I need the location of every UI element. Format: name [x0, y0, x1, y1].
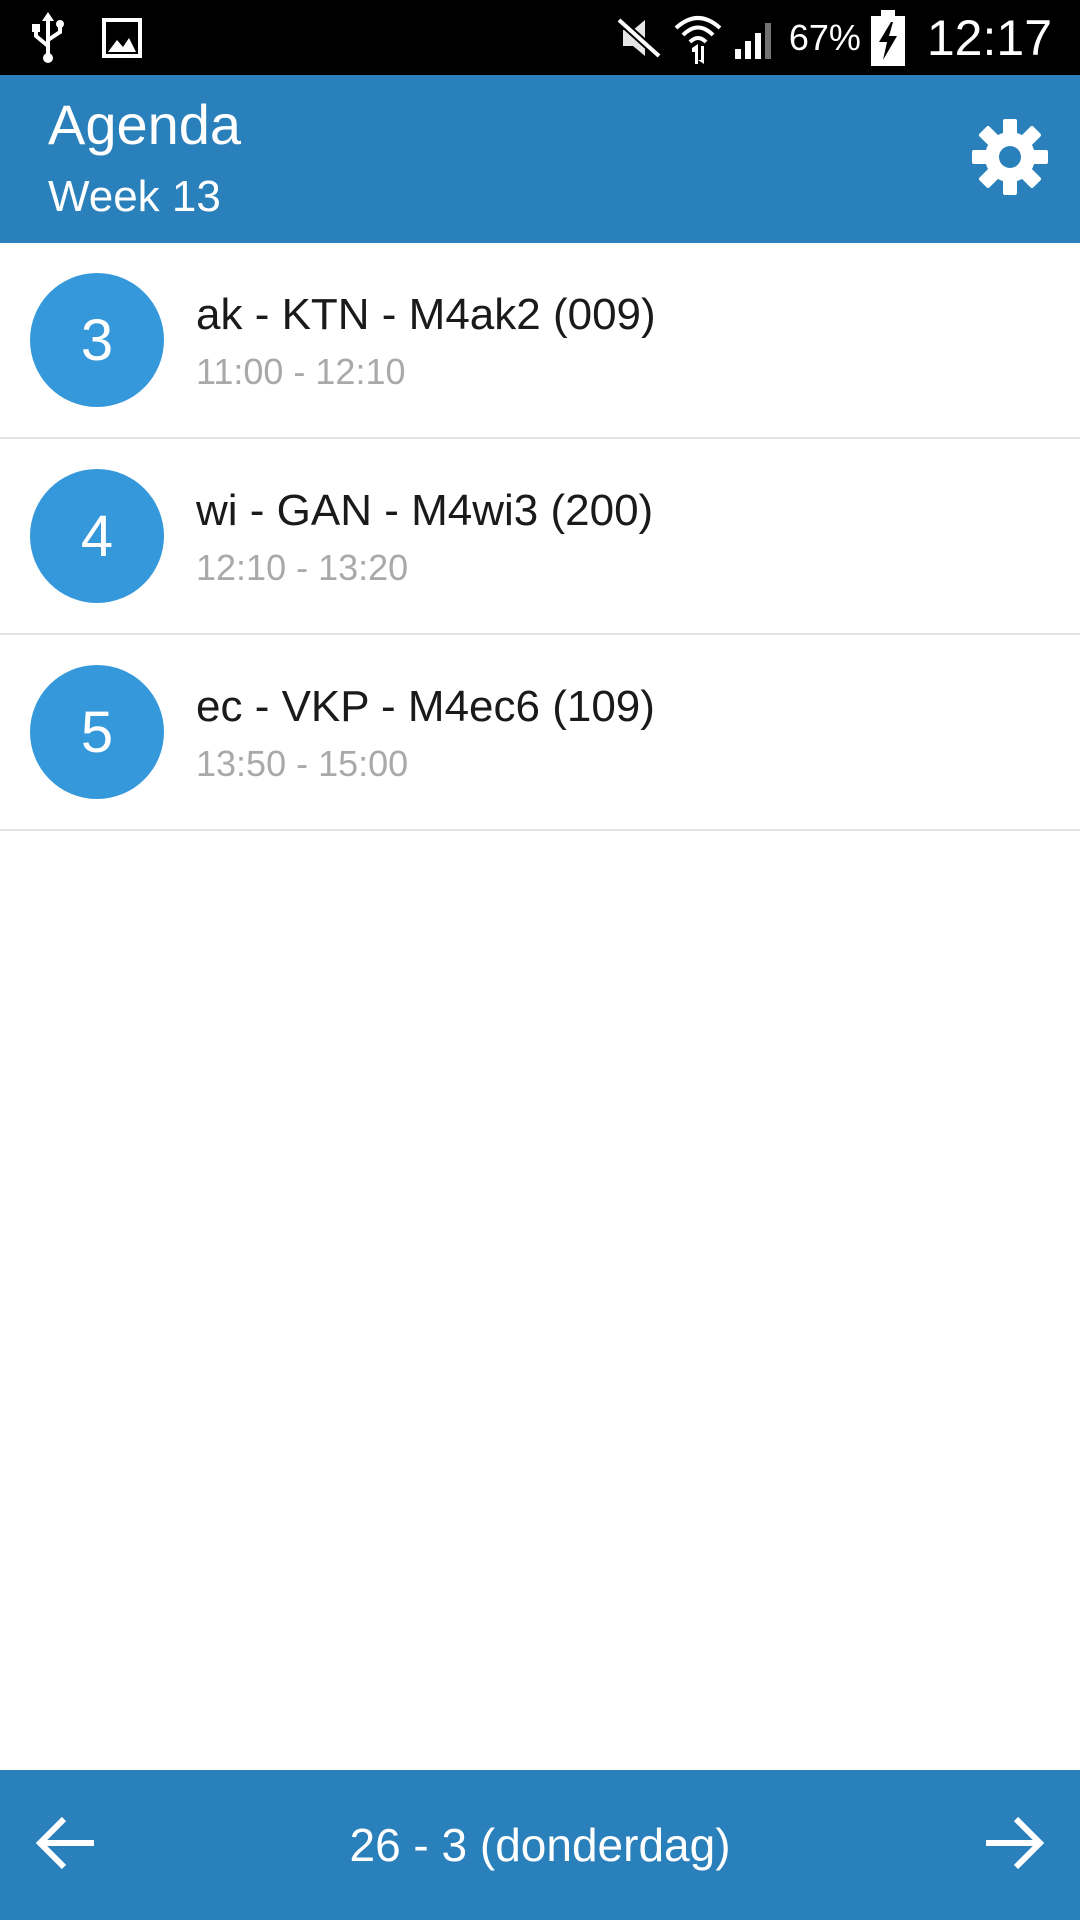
status-clock: 12:17 [926, 9, 1052, 66]
period-badge: 5 [30, 665, 164, 799]
usb-icon [30, 11, 66, 64]
list-item[interactable]: 3 ak - KTN - M4ak2 (009) 11:00 - 12:10 [0, 243, 1080, 439]
list-item[interactable]: 5 ec - VKP - M4ec6 (109) 13:50 - 15:00 [0, 635, 1080, 831]
lesson-title: ak - KTN - M4ak2 (009) [196, 290, 656, 339]
wifi-icon [673, 10, 723, 66]
lesson-title: ec - VKP - M4ec6 (109) [196, 682, 655, 731]
mute-icon [615, 16, 663, 60]
battery-percent: 67% [788, 16, 861, 58]
arrow-right-icon [982, 1813, 1046, 1878]
list-item[interactable]: 4 wi - GAN - M4wi3 (200) 12:10 - 13:20 [0, 439, 1080, 635]
image-icon [102, 17, 142, 58]
period-badge: 3 [30, 273, 164, 407]
signal-icon [733, 15, 779, 61]
settings-button[interactable] [968, 117, 1052, 201]
current-date-label: 26 - 3 (donderdag) [349, 1819, 731, 1871]
arrow-left-icon [34, 1813, 98, 1878]
week-subtitle: Week 13 [48, 172, 221, 221]
lesson-time: 13:50 - 15:00 [196, 743, 409, 784]
period-badge: 4 [30, 469, 164, 603]
page-title: Agenda [48, 93, 242, 156]
app-bar: Agenda Week 13 [0, 75, 1080, 243]
gear-icon [970, 117, 1050, 202]
previous-day-button[interactable] [26, 1805, 106, 1885]
bottom-date-bar: 26 - 3 (donderdag) [0, 1770, 1080, 1920]
lesson-title: wi - GAN - M4wi3 (200) [196, 486, 654, 535]
status-right-icons: 67% 12:17 [615, 0, 1052, 75]
battery-charging-icon [870, 9, 905, 66]
lesson-list: 3 ak - KTN - M4ak2 (009) 11:00 - 12:10 4… [0, 243, 1080, 831]
lesson-time: 12:10 - 13:20 [196, 547, 409, 588]
status-bar: 67% 12:17 [0, 0, 1080, 75]
lesson-time: 11:00 - 12:10 [196, 351, 406, 392]
next-day-button[interactable] [974, 1805, 1054, 1885]
status-left-icons [30, 10, 142, 65]
